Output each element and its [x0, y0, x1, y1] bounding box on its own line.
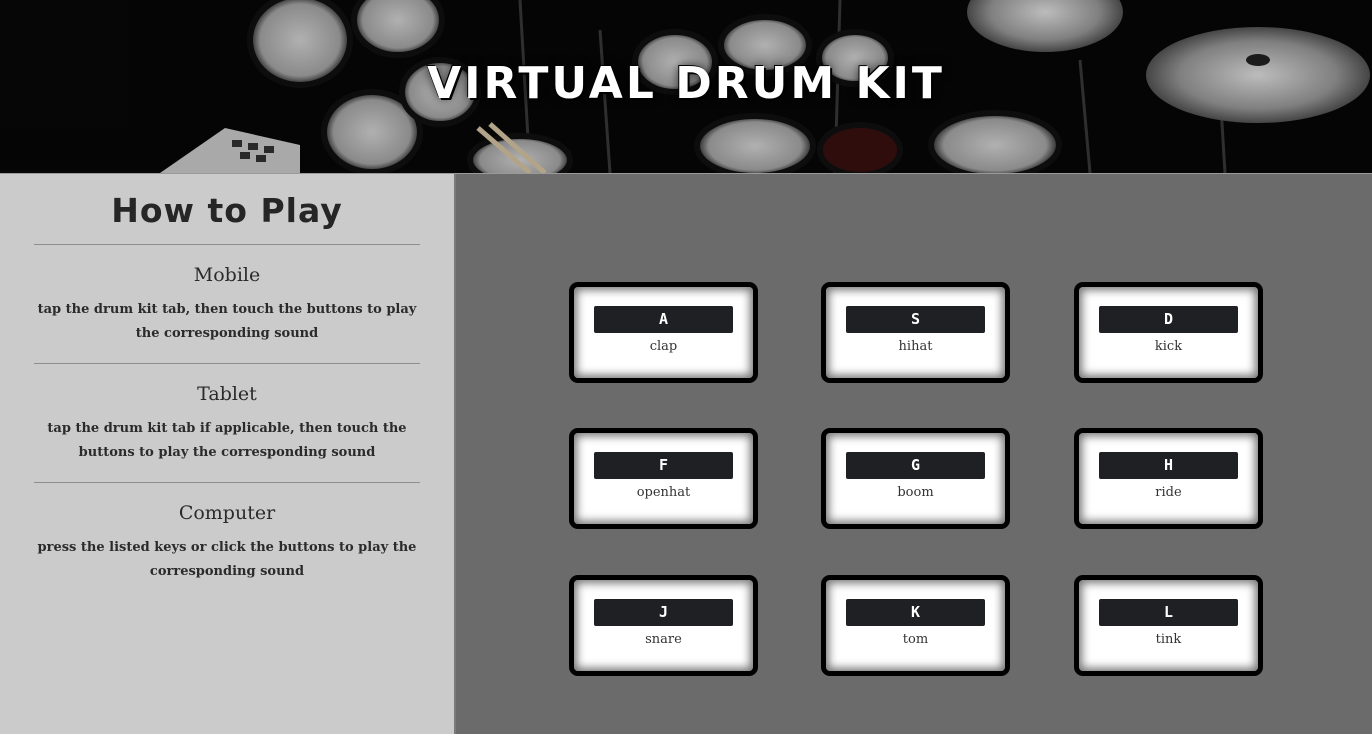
drum-pad-openhat[interactable]: F openhat — [569, 428, 758, 529]
key-label: G — [846, 452, 985, 479]
computer-heading: Computer — [178, 502, 276, 524]
divider — [34, 482, 420, 483]
tablet-instructions: Tablet tap the drum kit tab if applicabl… — [0, 382, 454, 465]
drum-pad-snare[interactable]: J snare — [569, 575, 758, 676]
computer-text: press the listed keys or click the butto… — [37, 540, 417, 579]
key-label: L — [1099, 599, 1238, 626]
key-label: H — [1099, 452, 1238, 479]
how-to-play-panel: How to Play Mobile tap the drum kit tab,… — [0, 174, 456, 734]
drum-pad-tom[interactable]: K tom — [821, 575, 1010, 676]
header-banner: VIRTUAL DRUM KIT — [0, 0, 1372, 174]
sound-label: openhat — [636, 485, 691, 500]
sound-label: hihat — [898, 339, 933, 354]
key-label: S — [846, 306, 985, 333]
drum-pad-ride[interactable]: H ride — [1074, 428, 1263, 529]
page-title: VIRTUAL DRUM KIT — [427, 58, 945, 109]
drum-pad-tink[interactable]: L tink — [1074, 575, 1263, 676]
drum-pad-boom[interactable]: G boom — [821, 428, 1010, 529]
drum-pad-clap[interactable]: A clap — [569, 282, 758, 383]
mobile-heading: Mobile — [193, 264, 261, 286]
sound-label: ride — [1155, 485, 1182, 500]
sound-label: snare — [645, 632, 682, 647]
sound-label: kick — [1154, 339, 1183, 354]
key-label: K — [846, 599, 985, 626]
computer-instructions: Computer press the listed keys or click … — [0, 501, 454, 584]
drum-pad-hihat[interactable]: S hihat — [821, 282, 1010, 383]
key-label: F — [594, 452, 733, 479]
sound-label: tom — [902, 632, 929, 647]
tablet-heading: Tablet — [197, 383, 257, 405]
drum-pad-kick[interactable]: D kick — [1074, 282, 1263, 383]
tablet-text: tap the drum kit tab if applicable, then… — [47, 421, 407, 460]
key-label: J — [594, 599, 733, 626]
sound-label: tink — [1155, 632, 1182, 647]
mobile-text: tap the drum kit tab, then touch the but… — [37, 302, 417, 341]
sound-label: boom — [897, 485, 934, 500]
sound-label: clap — [649, 339, 678, 354]
mobile-instructions: Mobile tap the drum kit tab, then touch … — [0, 263, 454, 346]
key-label: A — [594, 306, 733, 333]
divider — [34, 363, 420, 364]
divider — [34, 244, 420, 245]
how-to-play-heading: How to Play — [111, 191, 343, 230]
key-label: D — [1099, 306, 1238, 333]
